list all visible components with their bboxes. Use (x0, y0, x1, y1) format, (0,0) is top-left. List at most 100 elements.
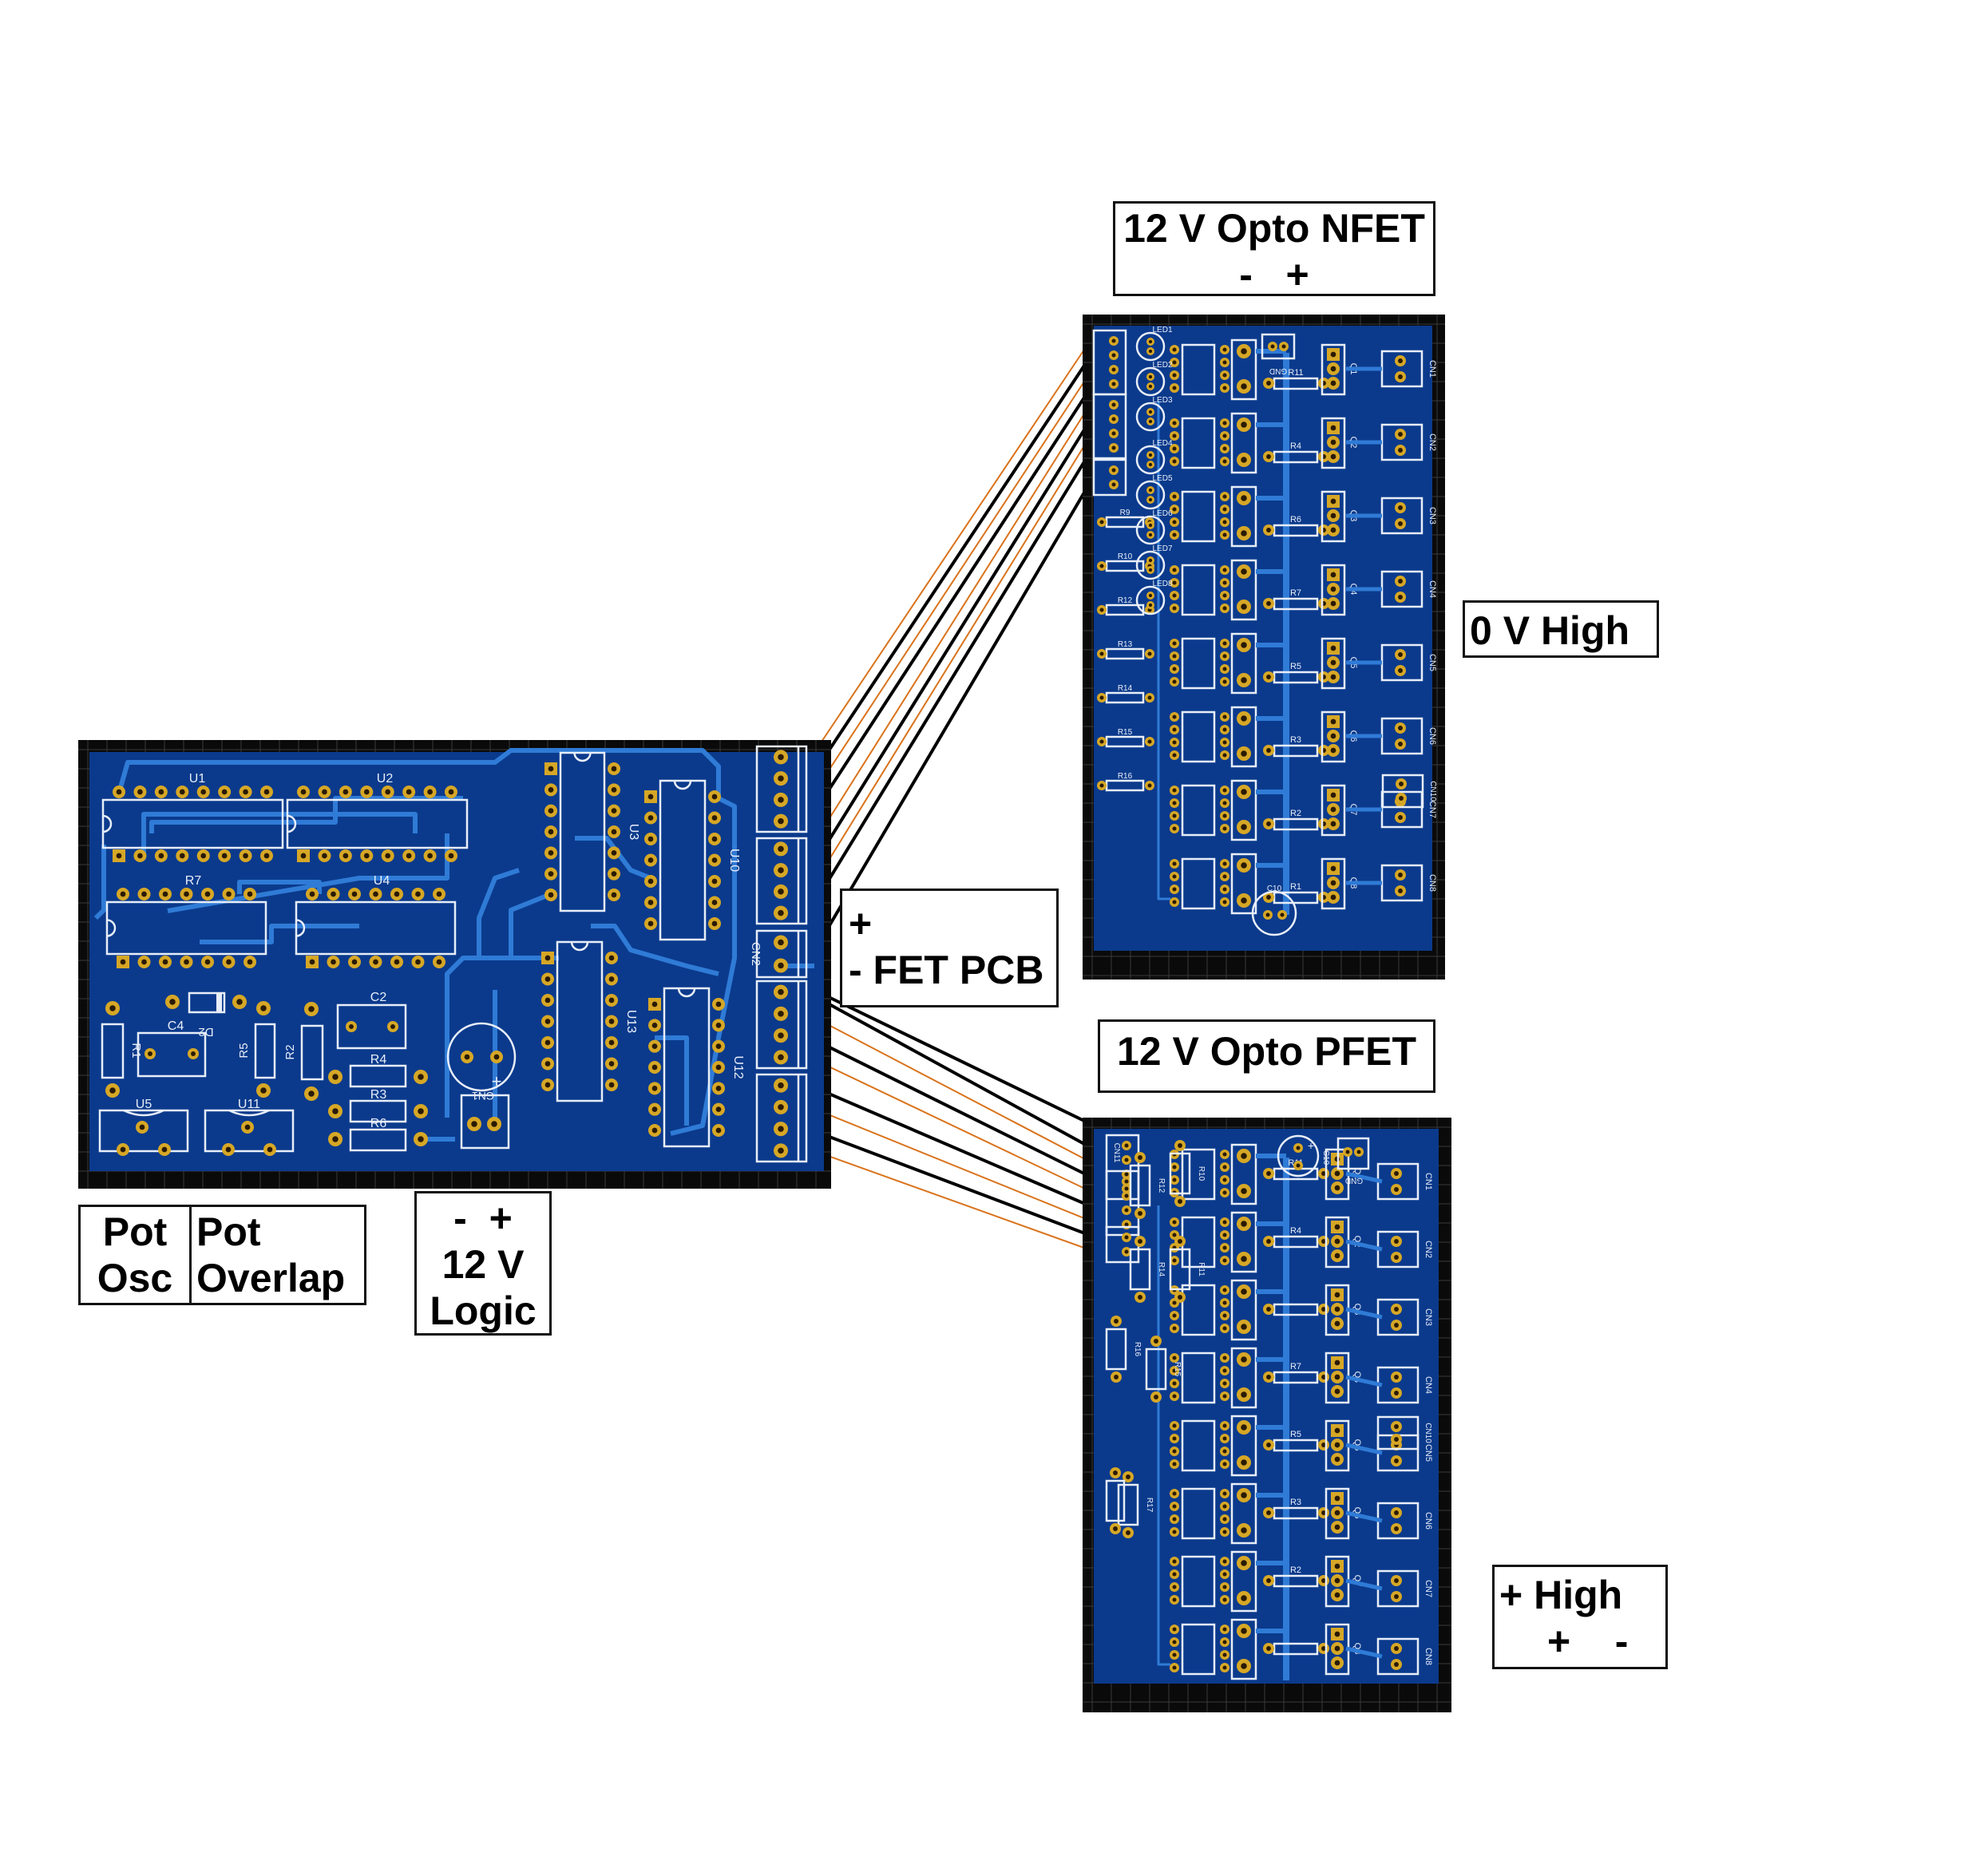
drill-hole (120, 1146, 126, 1153)
output-connector-label: CN6 (1427, 727, 1437, 745)
drill-hole (1394, 1323, 1399, 1328)
drill-hole (1241, 862, 1247, 869)
extra-connector-label: CN10 (1424, 1423, 1432, 1443)
gnd-label: GND (1345, 1176, 1363, 1185)
drill-hole (1124, 1143, 1129, 1148)
drill-hole (1172, 887, 1177, 892)
drill-hole (200, 853, 207, 859)
drill-hole (1113, 1470, 1118, 1475)
drill-hole (1148, 410, 1153, 414)
wire-cn2-to-pfet (830, 996, 1087, 1123)
drill-hole (1172, 1233, 1177, 1237)
drill-hole (436, 959, 442, 965)
pot-label: U5 (136, 1098, 152, 1111)
drill-hole (1172, 1462, 1177, 1466)
drill-hole (471, 1121, 477, 1127)
drill-hole (651, 1085, 658, 1091)
drill-hole (1148, 349, 1153, 354)
drill-hole (1266, 1443, 1271, 1447)
drill-hole (137, 853, 143, 859)
drill-hole (778, 1011, 784, 1017)
drill-hole (608, 955, 615, 961)
drill-hole (1266, 528, 1271, 532)
drill-hole (109, 1005, 116, 1011)
drill-hole (415, 959, 421, 965)
drill-hole (1222, 727, 1227, 732)
drill-hole (1172, 433, 1177, 438)
drill-hole (1111, 402, 1116, 407)
drill-hole (1241, 1288, 1247, 1295)
drill-hole (1148, 453, 1153, 457)
drill-hole (1222, 1504, 1227, 1509)
drill-hole (1172, 1640, 1177, 1644)
wire-to-pfet (810, 1128, 1103, 1241)
drill-hole (1334, 1238, 1340, 1245)
wire-to-nfet (810, 440, 1088, 891)
drill-hole (162, 959, 168, 965)
drill-hole (1148, 419, 1153, 424)
drill-hole (711, 878, 718, 885)
drill-hole (204, 891, 211, 897)
drill-hole (1330, 792, 1336, 798)
pfet-label-title: 12 V Opto PFET (1116, 1029, 1417, 1074)
output-connector-label: CN7 (1424, 1580, 1433, 1597)
drill-hole (1222, 373, 1227, 378)
drill-hole (1113, 1526, 1118, 1531)
drill-hole (1394, 1171, 1399, 1176)
drill-hole (1222, 386, 1227, 390)
resistor-label: R3 (1290, 1498, 1301, 1507)
drill-hole (1172, 1597, 1177, 1602)
drill-hole (715, 1127, 722, 1134)
drill-hole (778, 797, 784, 803)
drill-hole (1266, 675, 1271, 679)
drill-hole (1222, 1258, 1227, 1263)
drill-hole (1334, 1495, 1340, 1502)
drill-hole (1222, 753, 1227, 758)
drill-hole (1222, 801, 1227, 805)
resistor-label: R1 (1290, 882, 1301, 892)
drill-hole (544, 955, 551, 961)
drill-hole (1099, 608, 1104, 612)
led-label: LED3 (1152, 396, 1172, 405)
drill-hole (1265, 912, 1270, 917)
drill-hole (300, 853, 307, 859)
drill-hole (1334, 1592, 1340, 1598)
resistor-label: R4 (1290, 441, 1301, 451)
led-label: LED8 (1152, 580, 1172, 588)
drill-hole (1334, 1292, 1340, 1298)
drill-hole (1222, 606, 1227, 611)
drill-hole (1222, 813, 1227, 818)
drill-hole (1222, 1572, 1227, 1577)
drill-hole (1241, 1527, 1247, 1534)
drill-hole (1172, 1177, 1177, 1182)
drill-hole (1222, 494, 1227, 499)
drill-hole (778, 1104, 784, 1110)
drill-hole (1266, 1510, 1271, 1515)
diode-band (216, 993, 222, 1012)
drill-hole (1241, 530, 1247, 536)
drill-hole (1398, 652, 1403, 657)
drill-hole (260, 1087, 267, 1094)
drill-hole (204, 959, 211, 965)
drill-hole (1241, 1356, 1247, 1363)
drill-hole (715, 1043, 722, 1050)
logic-polarity: - + (453, 1196, 513, 1241)
led-label: LED5 (1152, 474, 1172, 483)
drill-hole (1222, 593, 1227, 598)
drill-hole (1334, 1442, 1340, 1448)
drill-hole (1241, 897, 1247, 904)
drill-hole (1399, 796, 1404, 801)
drill-hole (1222, 1381, 1227, 1386)
resistor-label: R5 (1290, 1430, 1301, 1439)
component-label: U4 (374, 874, 390, 888)
drill-hole (1330, 572, 1336, 578)
nfet-label: 12 V Opto NFET - + (1113, 201, 1435, 297)
drill-hole (778, 939, 784, 946)
nfet-board: R11 Q1 CN1R4 Q2 CN2R6 Q3 CN3R7 Q4 CN4R5 Q5 CN5R3 Q6… (1083, 315, 1445, 980)
drill-hole (418, 1108, 424, 1114)
drill-hole (331, 959, 336, 965)
drill-hole (778, 817, 784, 825)
drill-hole (1241, 1628, 1247, 1634)
drill-hole (1222, 360, 1227, 365)
drill-hole (1399, 782, 1404, 786)
